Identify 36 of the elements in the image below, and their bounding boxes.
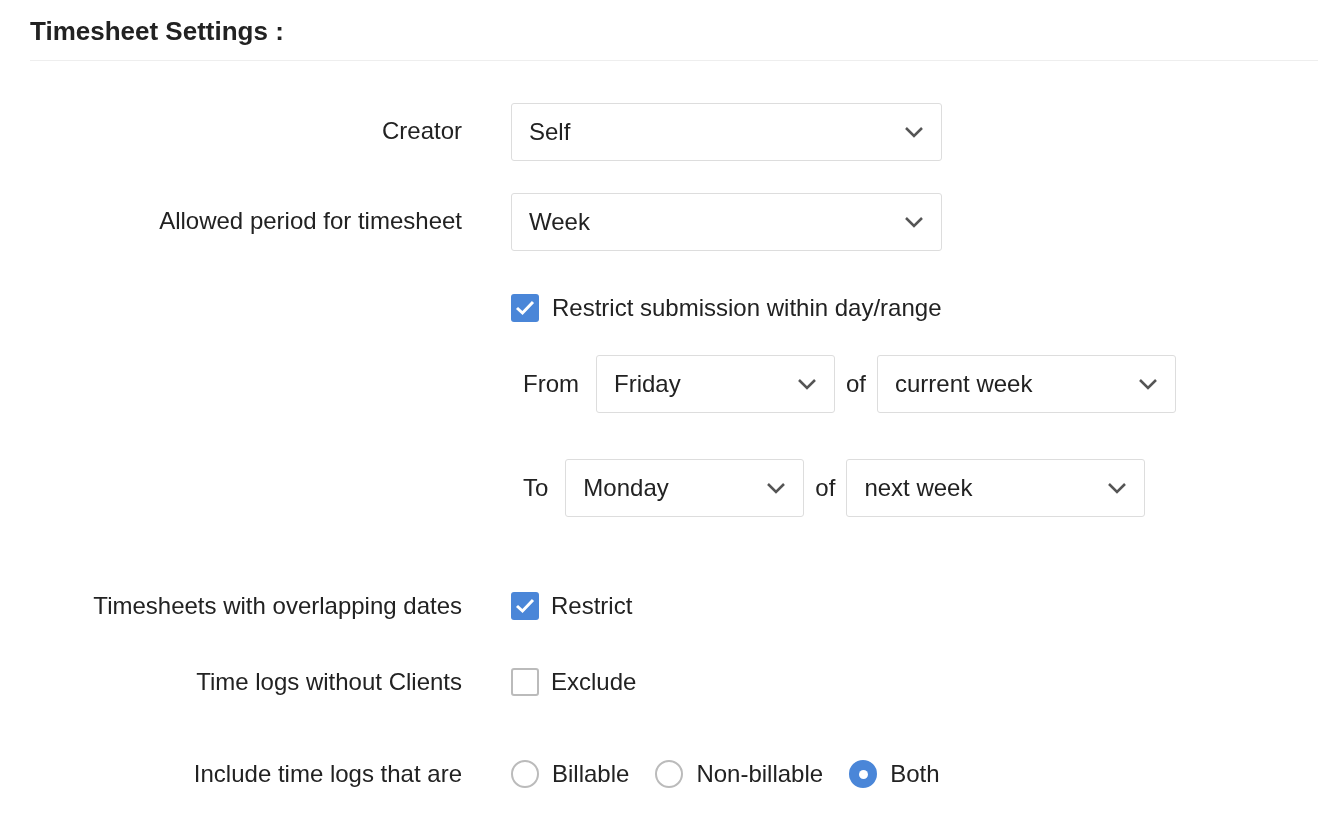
connector-text: of (846, 369, 866, 399)
chevron-down-icon (1107, 481, 1128, 494)
field-label: Include time logs that are (193, 759, 462, 789)
connector-text: of (815, 473, 836, 503)
radio-button[interactable] (849, 760, 878, 788)
checkbox[interactable] (511, 592, 539, 620)
checkbox-label: Exclude (551, 667, 637, 697)
checkbox[interactable] (511, 668, 539, 696)
checkbox-label: Restrict submission within day/range (552, 293, 942, 323)
dropdown[interactable]: Week (511, 193, 942, 251)
chevron-down-icon (797, 377, 817, 390)
chevron-down-icon (904, 216, 924, 228)
range-label: From (523, 369, 579, 399)
dropdown[interactable]: current week (877, 354, 1176, 413)
dropdown[interactable]: next week (846, 458, 1146, 517)
field-label: Allowed period for timesheet (159, 206, 462, 236)
field-label: Creator (381, 116, 462, 146)
chevron-down-icon (904, 126, 924, 138)
check-icon (515, 300, 535, 316)
field-label: Time logs without Clients (196, 667, 462, 697)
radio-button[interactable] (511, 760, 539, 788)
radio-label: Billable (552, 759, 630, 789)
chevron-down-icon (766, 481, 787, 494)
checkbox-label: Restrict (551, 591, 633, 621)
radio-label: Both (890, 759, 940, 789)
range-label: To (523, 473, 549, 503)
checkbox[interactable] (511, 294, 539, 322)
radio-label: Non-billable (696, 759, 824, 789)
dropdown[interactable]: Monday (565, 458, 805, 517)
dropdown[interactable]: Friday (596, 354, 835, 413)
field-label: Timesheets with overlapping dates (93, 591, 462, 621)
chevron-down-icon (1138, 377, 1158, 390)
section-title: Timesheet Settings : (30, 14, 284, 48)
check-icon (515, 598, 535, 614)
radio-button[interactable] (655, 760, 684, 788)
dropdown[interactable]: Self (511, 103, 942, 161)
